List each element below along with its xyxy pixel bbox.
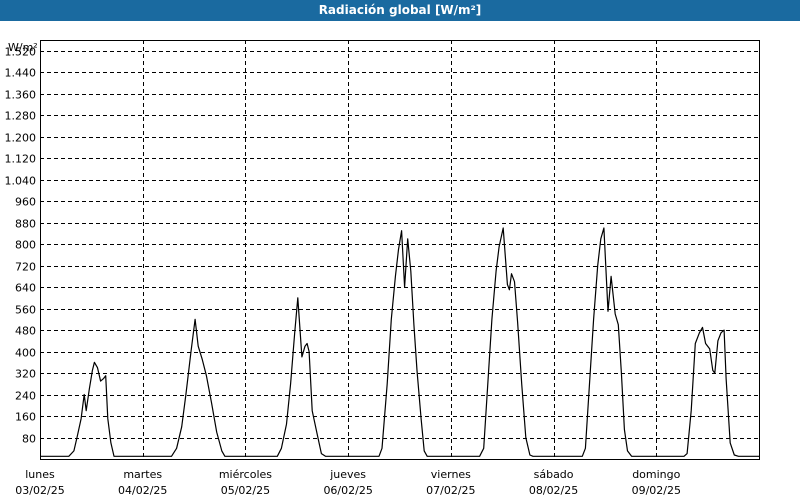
radiation-chart: W/m² 80160240320400480560640720800880960…	[5, 40, 760, 497]
y-tick-label: 1.200	[5, 132, 37, 145]
x-tick-day-label: miércoles	[219, 468, 272, 481]
y-tick-label: 880	[15, 218, 36, 231]
y-tick-label: 1.360	[5, 89, 37, 102]
y-tick-label: 640	[15, 282, 36, 295]
x-tick-day-label: jueves	[329, 468, 366, 481]
x-tick-date-label: 04/02/25	[118, 484, 167, 497]
y-tick-label: 240	[15, 390, 36, 403]
y-tick-label: 720	[15, 261, 36, 274]
y-tick-label: 480	[15, 325, 36, 338]
y-tick-label: 1.120	[5, 153, 37, 166]
y-tick-label: 160	[15, 411, 36, 424]
x-tick-date-label: 03/02/25	[15, 484, 64, 497]
x-tick-date-label: 08/02/25	[529, 484, 578, 497]
y-tick-label: 400	[15, 347, 36, 360]
x-tick-day-label: lunes	[25, 468, 55, 481]
x-tick-date-label: 06/02/25	[323, 484, 372, 497]
y-tick-label: 560	[15, 304, 36, 317]
y-axis-ticks: 80 160 240 320 400 480 560 640 720 800 880 960 1.040…	[5, 46, 37, 446]
plot-area-frame	[40, 40, 760, 460]
y-tick-label: 80	[22, 433, 36, 446]
y-tick-label: 800	[15, 239, 36, 252]
x-tick-day-label: domingo	[632, 468, 680, 481]
series-line-radiacion	[40, 227, 759, 457]
x-tick-day-label: viernes	[431, 468, 471, 481]
x-axis-ticks: lunes 03/02/25 martes 04/02/25 miércoles 05/0…	[15, 468, 681, 497]
y-tick-label: 1.440	[5, 67, 37, 80]
x-tick-day-label: sábado	[534, 468, 574, 481]
y-tick-label: 1.520	[5, 46, 37, 59]
x-tick-date-label: 09/02/25	[632, 484, 681, 497]
x-tick-date-label: 05/02/25	[221, 484, 270, 497]
y-tick-label: 960	[15, 196, 36, 209]
x-tick-day-label: martes	[123, 468, 162, 481]
y-tick-label: 1.280	[5, 110, 37, 123]
grid-lines	[40, 40, 759, 459]
series-area	[40, 227, 759, 457]
x-tick-date-label: 07/02/25	[426, 484, 475, 497]
y-tick-label: 1.040	[5, 175, 37, 188]
y-tick-label: 320	[15, 368, 36, 381]
